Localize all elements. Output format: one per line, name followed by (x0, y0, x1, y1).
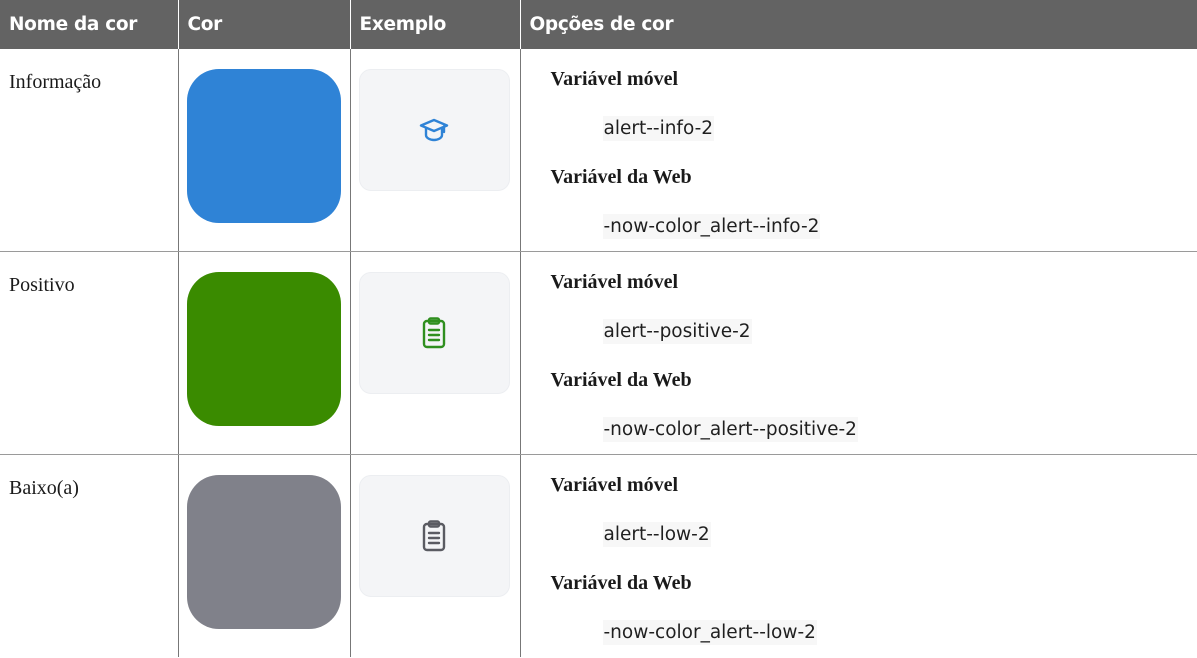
header-color: Cor (178, 0, 350, 49)
color-name: Positivo (0, 252, 178, 455)
color-swatch (187, 69, 341, 223)
web-variable-value: -now-color_alert--positive-2 (603, 417, 858, 442)
example-cell (350, 455, 520, 658)
header-row: Nome da cor Cor Exemplo Opções de cor (0, 0, 1197, 49)
color-name: Informação (0, 49, 178, 252)
example-cell (350, 252, 520, 455)
web-variable-value: -now-color_alert--info-2 (603, 214, 821, 239)
color-table: Nome da cor Cor Exemplo Opções de cor In… (0, 0, 1197, 657)
color-options: Variável móvel alert--low-2 Variável da … (520, 455, 1197, 658)
table-row: Baixo(a) Variável móvel alert--low-2 Var… (0, 455, 1197, 658)
web-variable-label: Variável da Web (551, 559, 1197, 608)
graduation-cap-icon (418, 114, 450, 146)
table-row: Informação Variável móvel alert--info-2 … (0, 49, 1197, 252)
web-variable-value: -now-color_alert--low-2 (603, 620, 817, 645)
clipboard-icon (419, 519, 449, 553)
table-row: Positivo Variável móvel alert--positive-… (0, 252, 1197, 455)
mobile-variable-label: Variável móvel (551, 258, 1197, 307)
mobile-variable-value: alert--info-2 (603, 116, 715, 141)
color-swatch (187, 272, 341, 426)
color-name: Baixo(a) (0, 455, 178, 658)
mobile-variable-label: Variável móvel (551, 55, 1197, 104)
mobile-variable-value: alert--positive-2 (603, 319, 752, 344)
clipboard-icon (419, 316, 449, 350)
mobile-variable-label: Variável móvel (551, 461, 1197, 510)
color-cell (178, 49, 350, 252)
web-variable-label: Variável da Web (551, 356, 1197, 405)
color-swatch (187, 475, 341, 629)
example-tile (359, 475, 510, 597)
header-color-options: Opções de cor (520, 0, 1197, 49)
example-cell (350, 49, 520, 252)
example-tile (359, 69, 510, 191)
color-cell (178, 252, 350, 455)
example-tile (359, 272, 510, 394)
header-color-name: Nome da cor (0, 0, 178, 49)
color-options: Variável móvel alert--positive-2 Variáve… (520, 252, 1197, 455)
header-example: Exemplo (350, 0, 520, 49)
mobile-variable-value: alert--low-2 (603, 522, 711, 547)
color-cell (178, 455, 350, 658)
color-options: Variável móvel alert--info-2 Variável da… (520, 49, 1197, 252)
web-variable-label: Variável da Web (551, 153, 1197, 202)
